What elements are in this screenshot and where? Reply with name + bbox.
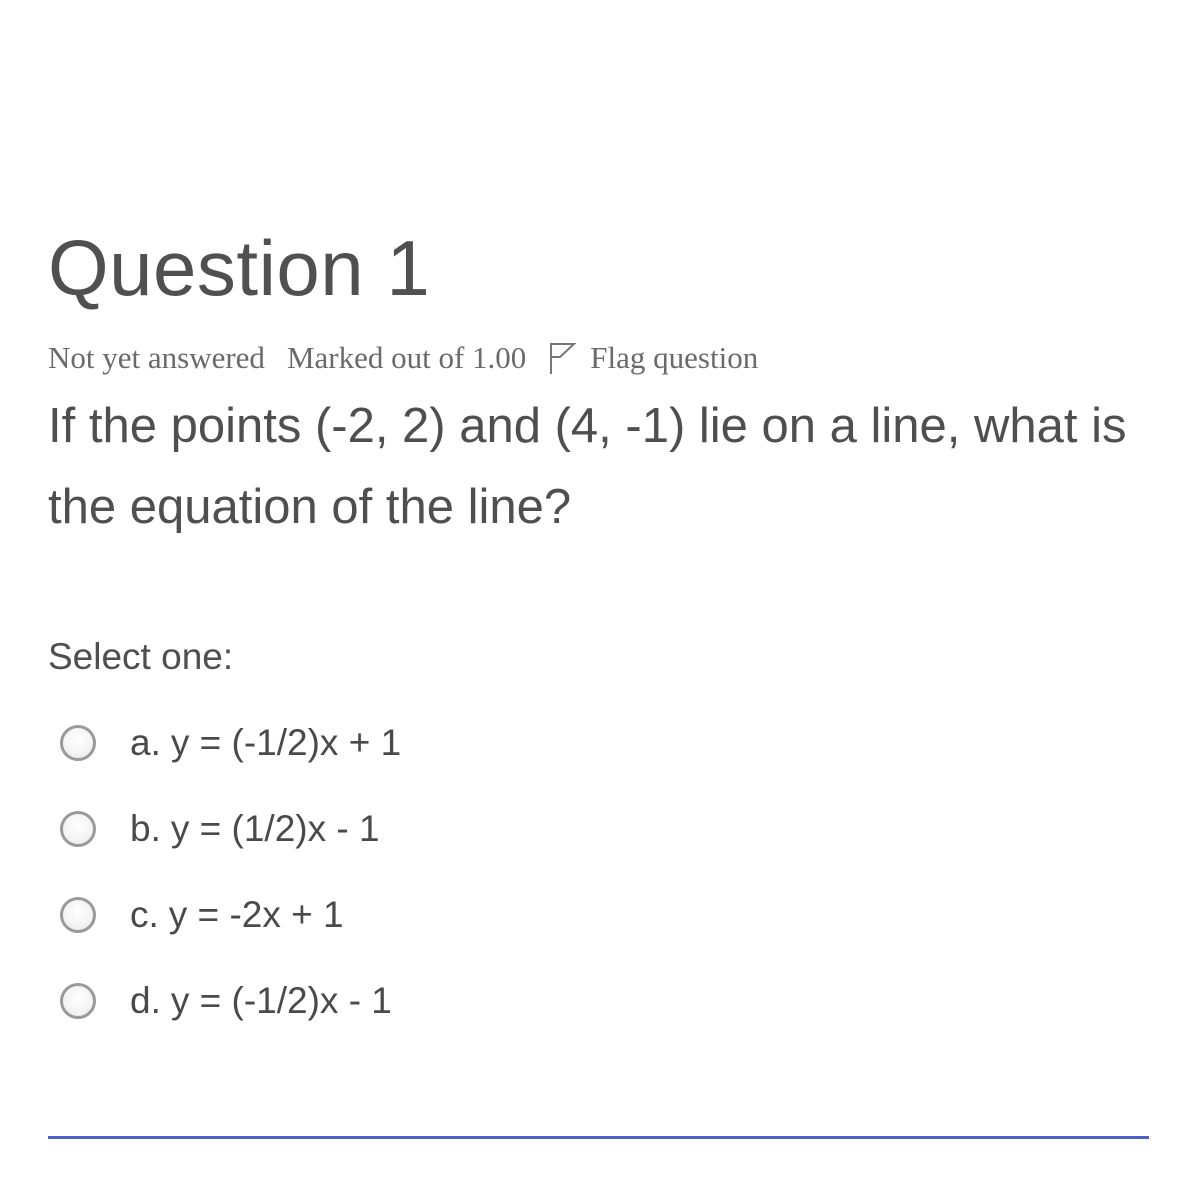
- radio-button-d[interactable]: [60, 983, 96, 1019]
- answer-option-c[interactable]: c. y = -2x + 1: [60, 872, 401, 958]
- flag-icon: [550, 343, 577, 374]
- question-info: Not yet answered Marked out of 1.00 Flag…: [48, 340, 758, 376]
- question-marks: Marked out of 1.00: [286, 340, 527, 375]
- answer-text: y = (-1/2)x + 1: [170, 722, 402, 763]
- radio-button-b[interactable]: [60, 811, 96, 847]
- radio-button-c[interactable]: [60, 897, 96, 933]
- answer-text: y = (1/2)x - 1: [170, 808, 380, 849]
- flag-question-label: Flag question: [590, 340, 759, 375]
- answer-option-d[interactable]: d. y = (-1/2)x - 1: [60, 958, 401, 1044]
- answer-label-b: b. y = (1/2)x - 1: [130, 808, 380, 850]
- radio-button-a[interactable]: [60, 725, 96, 761]
- answer-letter: b.: [130, 808, 161, 849]
- answer-text: y = (-1/2)x - 1: [170, 980, 392, 1021]
- answer-option-a[interactable]: a. y = (-1/2)x + 1: [60, 700, 401, 786]
- answer-option-b[interactable]: b. y = (1/2)x - 1: [60, 786, 401, 872]
- select-one-label: Select one:: [48, 636, 234, 677]
- answer-label-d: d. y = (-1/2)x - 1: [130, 980, 392, 1022]
- flag-question-link[interactable]: Flag question: [548, 340, 758, 376]
- question-title: Question 1: [48, 224, 431, 312]
- answer-options: a. y = (-1/2)x + 1 b. y = (1/2)x - 1 c. …: [60, 700, 401, 1044]
- answer-text: y = -2x + 1: [168, 894, 344, 935]
- question-status: Not yet answered: [48, 340, 265, 375]
- answer-letter: d.: [130, 980, 161, 1021]
- answer-label-c: c. y = -2x + 1: [130, 894, 344, 936]
- answer-letter: a.: [130, 722, 161, 763]
- section-divider: [48, 1136, 1149, 1139]
- question-text: If the points (-2, 2) and (4, -1) lie on…: [48, 399, 1127, 534]
- answer-label-a: a. y = (-1/2)x + 1: [130, 722, 401, 764]
- answer-letter: c.: [130, 894, 159, 935]
